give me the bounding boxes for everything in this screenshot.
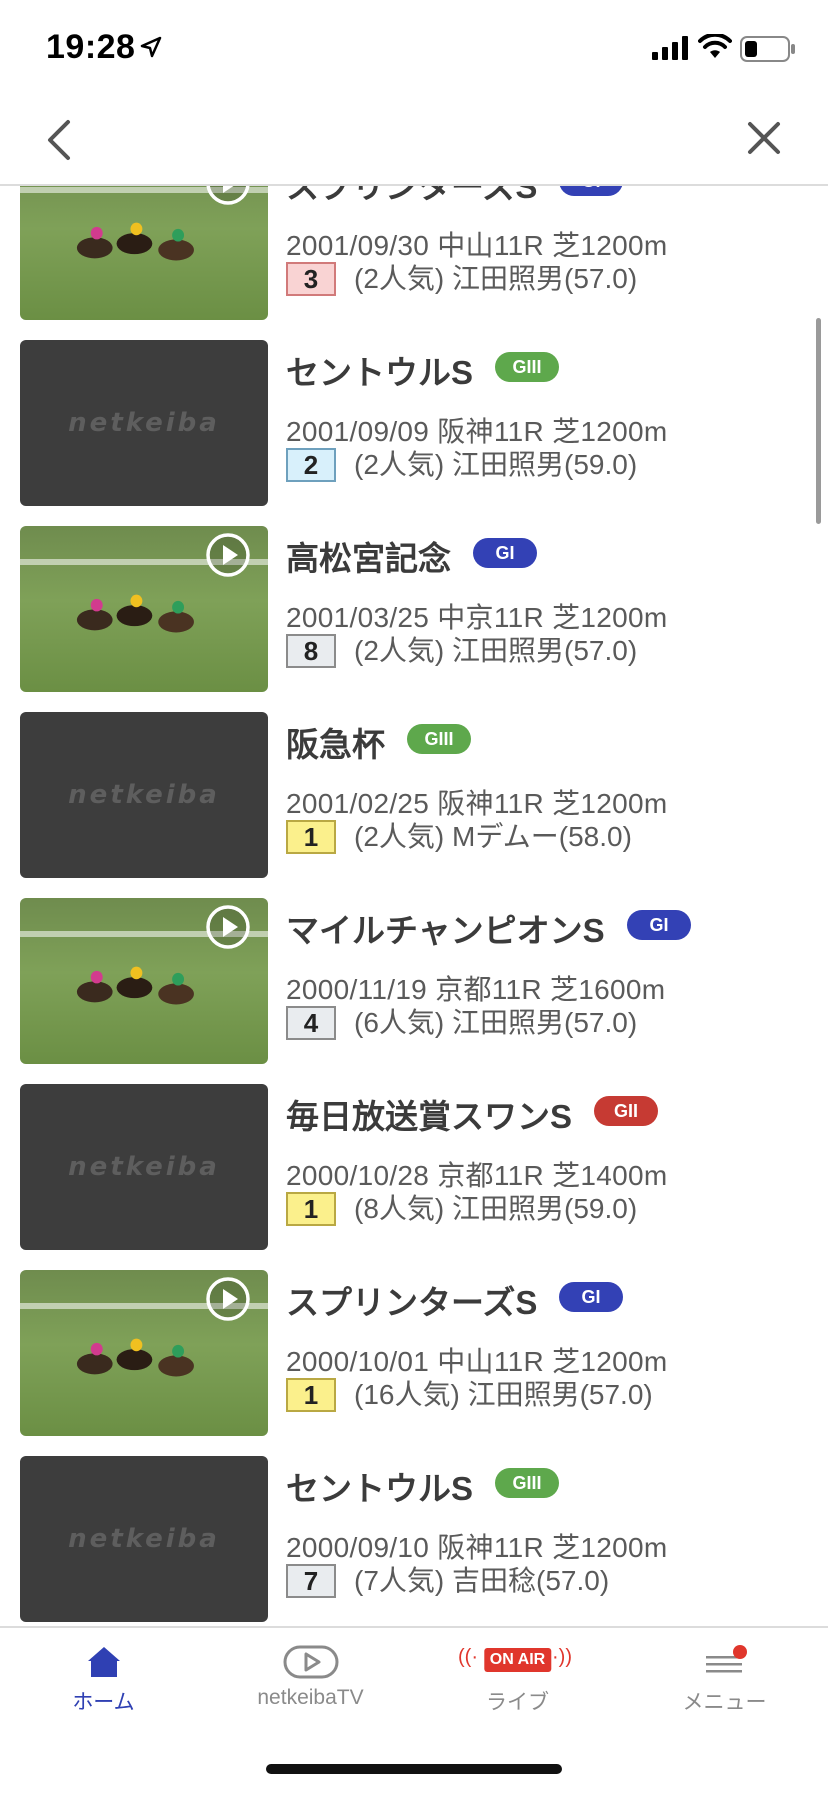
finish-position-badge: 1 [286,1192,336,1226]
race-list-content: スプリンターズS GI 2001/09/30 中山11R 芝1200m3 (2人気) … [0,186,828,1626]
race-name[interactable]: 高松宮記念 [286,532,451,580]
finish-position-badge: 1 [286,1378,336,1412]
netkeiba-logo: netkeiba [68,780,220,810]
race-meta: 2000/09/10 阪神11R 芝1200m [286,1532,668,1563]
grade-badge: GI [559,186,623,196]
wifi-icon [698,34,732,58]
tab-label: メニュー [682,1691,767,1714]
race-video-thumbnail[interactable] [20,898,268,1064]
grade-badge: GI [627,910,691,940]
thumbnail-placeholder[interactable]: netkeiba [20,1456,268,1622]
thumbnail-placeholder[interactable]: netkeiba [20,340,268,506]
race-meta: 2001/03/25 中京11R 芝1200m [286,602,668,633]
play-icon[interactable] [205,904,251,950]
finish-position-badge: 4 [286,1006,336,1040]
race-video-thumbnail[interactable] [20,186,268,320]
result-detail: (2人気) 江田照男(57.0) [354,263,638,294]
broadcast-wave-left-icon: ((· [458,1646,478,1668]
race-meta: 2000/10/28 京都11R 芝1400m [286,1160,668,1191]
thumbnail-placeholder[interactable]: netkeiba [20,1084,268,1250]
netkeiba-logo: netkeiba [68,1524,220,1554]
race-item[interactable]: netkeiba 毎日放送賞スワンS GII 2000/10/28 京都11R 芝14… [0,1084,828,1270]
grade-badge: GI [559,1282,623,1312]
result-detail: (6人気) 江田照男(57.0) [354,1007,638,1038]
navigation-bar [0,96,828,186]
race-item[interactable]: netkeiba 阪急杯 GIII 2001/02/25 阪神11R 芝1200m 1 (… [0,712,828,898]
race-name[interactable]: マイルチャンピオンS [286,904,605,952]
status-time: 19:28 [46,28,136,66]
race-name[interactable]: スプリンターズS [286,1276,537,1324]
race-item[interactable]: スプリンターズS GI 2000/10/01 中山11R 芝1200m 1 (16人気)… [0,1270,828,1456]
race-item[interactable]: スプリンターズS GI 2001/09/30 中山11R 芝1200m3 (2人気) … [0,186,828,340]
location-arrow-icon [140,36,162,58]
play-icon[interactable] [205,186,251,206]
close-icon [748,122,780,154]
netkeiba-logo: netkeiba [68,408,220,438]
grade-badge: GIII [407,724,471,754]
tab-live[interactable]: ((· ON AIR ·)) ライブ [414,1628,621,1738]
race-meta: 2000/10/01 中山11R 芝1200m [286,1346,668,1377]
race-meta: 2001/09/30 中山11R 芝1200m [286,230,668,261]
race-results-list[interactable]: スプリンターズS GI 2001/09/30 中山11R 芝1200m3 (2人気) … [0,186,828,1626]
race-item[interactable]: マイルチャンピオンS GI 2000/11/19 京都11R 芝1600m 4 (6人気… [0,898,828,1084]
result-detail: (2人気) 江田照男(59.0) [354,449,638,480]
finish-position-badge: 7 [286,1564,336,1598]
result-detail: (16人気) 江田照男(57.0) [354,1379,653,1410]
tab-home[interactable]: ホーム [0,1628,207,1738]
tab-label: netkeibaTV [257,1686,364,1709]
finish-position-badge: 2 [286,448,336,482]
race-name[interactable]: 毎日放送賞スワンS [286,1090,572,1138]
finish-position-badge: 1 [286,820,336,854]
home-indicator[interactable] [266,1764,562,1774]
horses-illustration [76,1339,194,1377]
tab-menu[interactable]: メニュー [621,1628,828,1738]
on-air-icon: ON AIR [483,1648,552,1672]
horses-illustration [76,223,194,261]
race-meta: 2001/02/25 阪神11R 芝1200m [286,788,668,819]
grade-badge: GI [473,538,537,568]
horses-illustration [76,967,194,1005]
result-detail: (7人気) 吉田稔(57.0) [354,1565,610,1596]
broadcast-wave-right-icon: ·)) [552,1646,572,1668]
tab-netkeibatv[interactable]: netkeibaTV [207,1628,414,1738]
race-meta: 2001/09/09 阪神11R 芝1200m [286,416,668,447]
horses-illustration [76,595,194,633]
cellular-signal-icon [652,36,688,60]
race-item[interactable]: netkeiba セントウルS GIII 2001/09/09 阪神11R 芝1200… [0,340,828,526]
grade-badge: GIII [495,1468,559,1498]
home-icon [87,1647,120,1677]
back-button[interactable] [40,116,80,164]
race-item[interactable]: 高松宮記念 GI 2001/03/25 中京11R 芝1200m 8 (2人気) 江田照… [0,526,828,712]
play-icon[interactable] [205,1276,251,1322]
thumbnail-placeholder[interactable]: netkeiba [20,712,268,878]
race-meta: 2000/11/19 京都11R 芝1600m [286,974,666,1005]
result-detail: (2人気) 江田照男(57.0) [354,635,638,666]
tab-label: ホーム [72,1691,135,1714]
close-button[interactable] [744,118,784,158]
tv-play-icon [283,1645,338,1679]
battery-icon [740,36,795,62]
race-video-thumbnail[interactable] [20,526,268,692]
race-item[interactable]: netkeiba セントウルS GIII 2000/09/10 阪神11R 芝1200… [0,1456,828,1626]
finish-position-badge: 3 [286,262,336,296]
race-name[interactable]: セントウルS [286,346,473,394]
grade-badge: GII [594,1096,658,1126]
scrollbar[interactable] [816,318,821,524]
race-name[interactable]: セントウルS [286,1462,473,1510]
race-name[interactable]: スプリンターズS [286,186,537,208]
netkeiba-logo: netkeiba [68,1152,220,1182]
tab-label: ライブ [486,1691,549,1714]
race-name[interactable]: 阪急杯 [286,718,385,766]
play-icon[interactable] [205,532,251,578]
result-detail: (2人気) Mデムー(58.0) [354,821,632,852]
result-detail: (8人気) 江田照男(59.0) [354,1193,638,1224]
status-bar: 19:28 [0,0,828,96]
grade-badge: GIII [495,352,559,382]
menu-icon [705,1645,747,1673]
finish-position-badge: 8 [286,634,336,668]
chevron-left-icon [48,120,70,160]
race-video-thumbnail[interactable] [20,1270,268,1436]
